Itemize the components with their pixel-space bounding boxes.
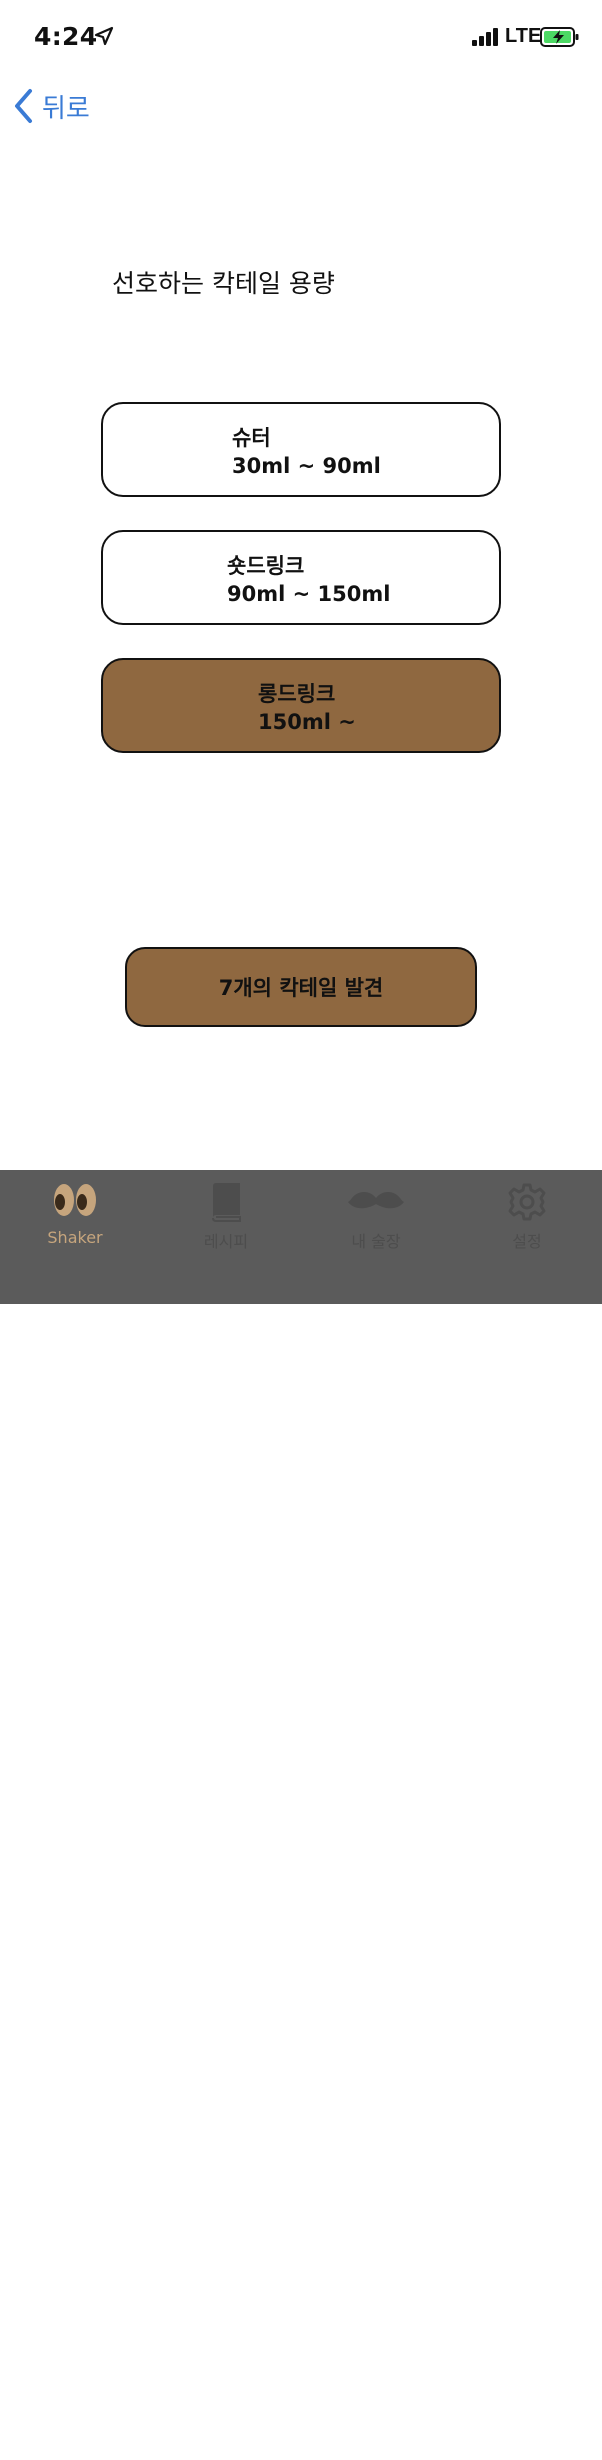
tab-label: 내 술장 [351,1232,401,1251]
status-time: 4:24 [34,22,98,51]
tab-bar: Shaker 레시피 내 술장 설정 [0,1170,602,2460]
option-name: 롱드링크 [258,682,336,706]
back-button[interactable]: 뒤로 [12,86,90,126]
option-range: 30ml ~ 90ml [232,454,381,478]
option-short-drink[interactable]: 숏드링크 90ml ~ 150ml [101,530,501,625]
home-indicator [194,2452,408,2460]
find-cocktails-button[interactable]: 7개의 칵테일 발견 [125,947,477,1027]
status-bar: 4:24 LTE [0,0,602,72]
option-range: 150ml ~ [258,710,356,734]
option-text: 롱드링크 150ml ~ [258,680,356,736]
tab-label: 설정 [512,1232,542,1251]
option-text: 슈터 30ml ~ 90ml [232,424,381,480]
option-text: 숏드링크 90ml ~ 150ml [227,552,390,608]
tab-my-bar[interactable]: 내 술장 [311,1180,441,1251]
tab-recipe[interactable]: 레시피 [161,1180,291,1251]
page-title: 선호하는 칵테일 용량 [112,269,335,298]
eyes-icon [54,1184,96,1216]
option-name: 숏드링크 [227,554,305,578]
location-arrow-icon [94,26,114,46]
option-name: 슈터 [232,426,271,450]
tab-label: Shaker [47,1228,103,1247]
gear-icon [508,1183,546,1221]
back-label: 뒤로 [42,93,90,124]
cellular-signal-icon [472,28,498,46]
option-range: 90ml ~ 150ml [227,582,391,606]
chevron-left-icon [15,89,32,123]
book-icon [212,1183,241,1222]
network-type: LTE [505,25,542,47]
tab-label: 레시피 [203,1232,249,1251]
mustache-icon [348,1192,404,1209]
battery-charging-icon [540,27,579,47]
tab-settings[interactable]: 설정 [462,1180,592,1251]
option-long-drink[interactable]: 롱드링크 150ml ~ [101,658,501,753]
option-shooter[interactable]: 슈터 30ml ~ 90ml [101,402,501,497]
tab-shaker[interactable]: Shaker [10,1180,140,1250]
